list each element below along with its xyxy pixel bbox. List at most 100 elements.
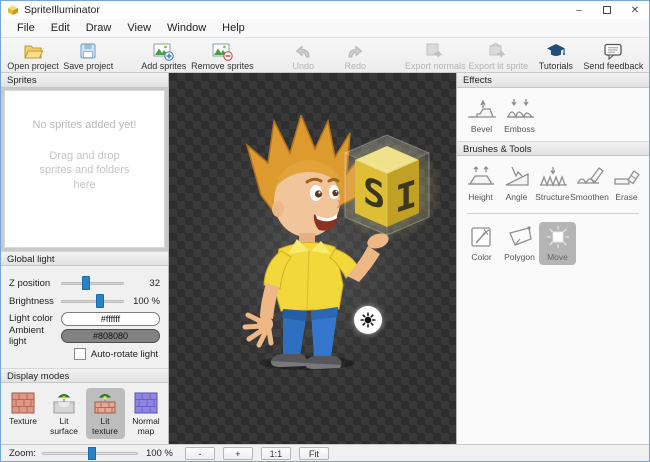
light-color-label: Light color	[9, 313, 61, 324]
z-position-value: 32	[130, 278, 160, 289]
floppy-disk-icon	[79, 41, 97, 60]
sprites-drop-area[interactable]: No sprites added yet! Drag and drop spri…	[4, 90, 165, 248]
sprites-empty-title: No sprites added yet!	[33, 119, 137, 131]
toolbar-label: Open project	[7, 61, 59, 71]
color-wand-icon	[467, 225, 497, 249]
structure-icon	[538, 165, 568, 189]
mode-label: Texture	[9, 417, 37, 426]
menu-edit[interactable]: Edit	[43, 20, 78, 36]
sprite-character: S I	[235, 115, 440, 375]
image-plus-icon	[153, 41, 174, 60]
z-position-slider[interactable]	[61, 276, 124, 290]
speech-bubble-icon	[603, 41, 623, 60]
toolbar-label: Add sprites	[141, 61, 186, 71]
brightness-value: 100 %	[130, 296, 160, 307]
main-area: Sprites No sprites added yet! Drag and d…	[1, 73, 649, 444]
zoom-one-to-one-button[interactable]: 1:1	[261, 447, 291, 460]
toolbar-label: Tutorials	[539, 61, 573, 71]
undo-button: Undo	[277, 40, 329, 72]
brushes-row-1: Height Angle Structure Smoothen Erase	[457, 156, 649, 209]
graduation-cap-icon	[546, 41, 566, 60]
effects-row: Bevel Emboss	[457, 88, 649, 141]
save-project-button[interactable]: Save project	[61, 40, 116, 72]
mode-texture[interactable]: Texture	[4, 388, 43, 439]
display-modes: Texture Lit surface Lit texture Normal m…	[1, 383, 168, 444]
close-button[interactable]: ✕	[621, 1, 649, 19]
mode-lit-surface[interactable]: Lit surface	[45, 388, 84, 439]
normal-map-icon	[134, 391, 158, 415]
redo-button: Redo	[329, 40, 381, 72]
redo-arrow-icon	[346, 41, 364, 60]
menu-window[interactable]: Window	[159, 20, 214, 36]
tool-label: Angle	[506, 192, 528, 202]
display-modes-header: Display modes	[1, 368, 168, 383]
open-project-button[interactable]: Open project	[5, 40, 61, 72]
minimize-button[interactable]: –	[565, 1, 593, 19]
global-light-header: Global light	[1, 251, 168, 266]
tool-label: Emboss	[504, 124, 535, 134]
menu-draw[interactable]: Draw	[78, 20, 120, 36]
menu-view[interactable]: View	[119, 20, 159, 36]
export-normals-button: Export normals	[403, 40, 467, 72]
effect-bevel[interactable]: Bevel	[463, 94, 500, 137]
sprites-drop-wrap: No sprites added yet! Drag and drop spri…	[1, 88, 168, 251]
toolbar-label: Remove sprites	[191, 61, 254, 71]
erase-icon	[612, 165, 642, 189]
maximize-button[interactable]	[593, 1, 621, 19]
tool-height[interactable]: Height	[463, 162, 498, 205]
menu-file[interactable]: File	[9, 20, 43, 36]
zoom-fit-button[interactable]: Fit	[299, 447, 329, 460]
ambient-light-swatch[interactable]: #808080	[61, 329, 160, 343]
toolbar: Open project Save project Add sprites Re…	[1, 37, 649, 73]
menu-help[interactable]: Help	[214, 20, 253, 36]
move-icon	[543, 225, 573, 249]
zoom-out-button[interactable]: -	[185, 447, 215, 460]
undo-arrow-icon	[294, 41, 312, 60]
tool-polygon[interactable]: Polygon	[501, 222, 538, 265]
brushes-row-2: Color Polygon Move	[457, 216, 649, 269]
toolbar-label: Export lit sprite	[469, 61, 529, 71]
toolbar-label: Save project	[63, 61, 113, 71]
tool-move[interactable]: Move	[539, 222, 576, 265]
auto-rotate-label: Auto-rotate light	[91, 349, 158, 360]
export-lit-icon	[488, 41, 508, 60]
canvas[interactable]: S I	[169, 73, 456, 444]
app-window: SpriteIlluminator – ✕ File Edit Draw Vie…	[0, 0, 650, 462]
toolbar-label: Export normals	[405, 61, 466, 71]
remove-sprites-button[interactable]: Remove sprites	[190, 40, 255, 72]
toolbar-label: Undo	[292, 61, 314, 71]
light-position-marker[interactable]	[354, 306, 382, 334]
tutorials-button[interactable]: Tutorials	[530, 40, 582, 72]
angle-icon	[502, 165, 532, 189]
effect-emboss[interactable]: Emboss	[501, 94, 538, 137]
zoom-in-button[interactable]: +	[223, 447, 253, 460]
brushes-tools-header: Brushes & Tools	[457, 141, 649, 156]
window-title: SpriteIlluminator	[24, 4, 565, 16]
lit-surface-icon	[52, 391, 76, 415]
tool-angle[interactable]: Angle	[499, 162, 534, 205]
texture-icon	[11, 391, 35, 415]
zoom-slider[interactable]	[42, 447, 138, 460]
mode-normal-map[interactable]: Normal map	[127, 388, 166, 439]
mode-lit-texture[interactable]: Lit texture	[86, 388, 125, 439]
right-panel: Effects Bevel Emboss Brushes & Tools Hei…	[456, 73, 649, 444]
sprites-panel-header: Sprites	[1, 73, 168, 88]
add-sprites-button[interactable]: Add sprites	[138, 40, 190, 72]
tool-smoothen[interactable]: Smoothen	[571, 162, 608, 205]
tool-color[interactable]: Color	[463, 222, 500, 265]
tool-erase[interactable]: Erase	[609, 162, 644, 205]
tool-structure[interactable]: Structure	[535, 162, 570, 205]
send-feedback-button[interactable]: Send feedback	[582, 40, 645, 72]
status-bar: Zoom: 100 % - + 1:1 Fit	[1, 444, 649, 461]
auto-rotate-checkbox[interactable]	[74, 348, 86, 360]
brightness-label: Brightness	[9, 296, 61, 307]
lit-texture-icon	[93, 391, 117, 415]
app-cube-icon	[7, 4, 19, 16]
tools-divider	[467, 213, 639, 214]
tool-label: Height	[468, 192, 493, 202]
title-bar: SpriteIlluminator – ✕	[1, 1, 649, 19]
brightness-slider[interactable]	[61, 294, 124, 308]
tool-label: Polygon	[504, 252, 535, 262]
light-color-swatch[interactable]: #ffffff	[61, 312, 160, 326]
emboss-icon	[505, 97, 535, 121]
